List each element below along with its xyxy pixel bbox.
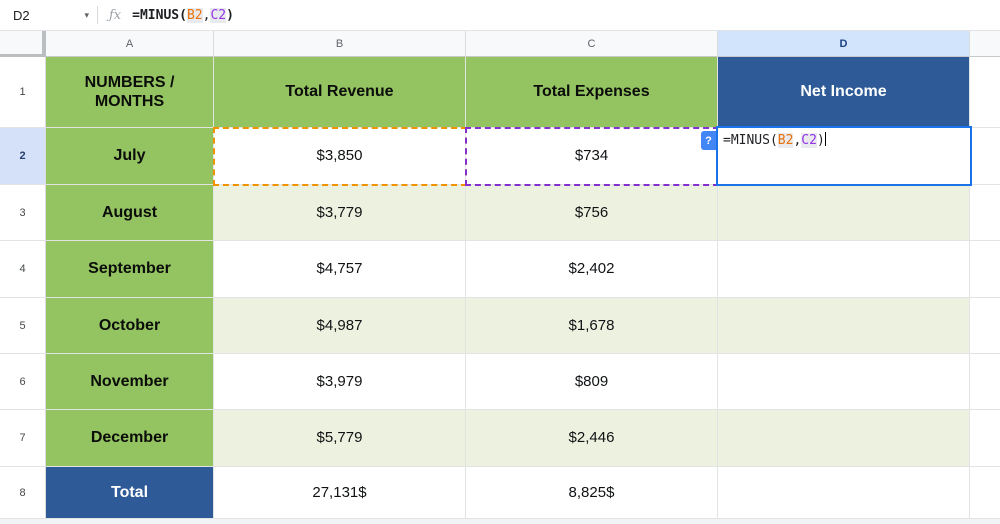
cell-e7[interactable] xyxy=(970,410,1000,467)
cell-e5[interactable] xyxy=(970,298,1000,354)
cell-c7[interactable]: $2,446 xyxy=(466,410,718,467)
cell-e4[interactable] xyxy=(970,241,1000,298)
cell-e1[interactable] xyxy=(970,57,1000,128)
editor-ref-b2: B2 xyxy=(778,133,794,148)
cell-d8[interactable] xyxy=(718,467,970,519)
row-header-7[interactable]: 7 xyxy=(0,410,46,467)
column-header-d[interactable]: D xyxy=(718,31,970,57)
cell-a3[interactable]: August xyxy=(46,185,214,241)
spreadsheet-app: D2 ▾ ƒx =MINUS(B2,C2) A B C D 1 NUMBERS … xyxy=(0,0,1000,524)
formula-ref-b2: B2 xyxy=(187,8,203,23)
cell-c8[interactable]: 8,825$ xyxy=(466,467,718,519)
cell-a5[interactable]: October xyxy=(46,298,214,354)
formula-help-badge[interactable]: ? xyxy=(701,131,716,150)
cell-e2[interactable] xyxy=(970,128,1000,185)
cell-d7[interactable] xyxy=(718,410,970,467)
cell-a1[interactable]: NUMBERS / MONTHS xyxy=(46,57,214,128)
divider xyxy=(97,6,98,24)
select-all-corner[interactable] xyxy=(0,31,46,57)
row-header-4[interactable]: 4 xyxy=(0,241,46,298)
cell-a8[interactable]: Total xyxy=(46,467,214,519)
chevron-down-icon: ▾ xyxy=(84,10,89,21)
column-header-c[interactable]: C xyxy=(466,31,718,57)
cell-a2[interactable]: July xyxy=(46,128,214,185)
fx-icon: ƒx xyxy=(109,8,121,23)
cell-b1[interactable]: Total Revenue xyxy=(214,57,466,128)
formula-ref-c2: C2 xyxy=(210,8,226,23)
editor-function: =MINUS xyxy=(723,133,770,148)
cell-d3[interactable] xyxy=(718,185,970,241)
sheet-grid: A B C D 1 NUMBERS / MONTHS Total Revenue… xyxy=(0,31,1000,524)
cell-d4[interactable] xyxy=(718,241,970,298)
cell-c6[interactable]: $809 xyxy=(466,354,718,410)
cell-d5[interactable] xyxy=(718,298,970,354)
column-header-a[interactable]: A xyxy=(46,31,214,57)
cell-c2[interactable]: $734 xyxy=(466,128,718,185)
editor-ref-c2: C2 xyxy=(801,133,817,148)
text-cursor xyxy=(825,132,826,146)
row-header-3[interactable]: 3 xyxy=(0,185,46,241)
editor-open-paren: ( xyxy=(770,133,778,148)
cell-b7[interactable]: $5,779 xyxy=(214,410,466,467)
column-header-e-sliver[interactable] xyxy=(970,31,1000,57)
cell-b5[interactable]: $4,987 xyxy=(214,298,466,354)
active-cell-reference: D2 xyxy=(13,8,30,23)
row-header-6[interactable]: 6 xyxy=(0,354,46,410)
cell-c3[interactable]: $756 xyxy=(466,185,718,241)
row-header-1[interactable]: 1 xyxy=(0,57,46,128)
column-header-b[interactable]: B xyxy=(214,31,466,57)
cell-e8[interactable] xyxy=(970,467,1000,519)
row-header-5[interactable]: 5 xyxy=(0,298,46,354)
formula-open-paren: ( xyxy=(179,8,187,23)
editor-close-paren: ) xyxy=(817,133,825,148)
cell-d1[interactable]: Net Income xyxy=(718,57,970,128)
cell-d6[interactable] xyxy=(718,354,970,410)
cell-a7[interactable]: December xyxy=(46,410,214,467)
sheet-bottom-strip xyxy=(0,519,1000,524)
name-box[interactable]: D2 ▾ xyxy=(0,0,97,30)
cell-b8[interactable]: 27,131$ xyxy=(214,467,466,519)
formula-function: =MINUS xyxy=(132,8,179,23)
cell-editor-d2[interactable]: =MINUS(B2,C2) xyxy=(716,126,972,186)
formula-input[interactable]: =MINUS(B2,C2) xyxy=(132,8,234,23)
cell-a4[interactable]: September xyxy=(46,241,214,298)
cell-b3[interactable]: $3,779 xyxy=(214,185,466,241)
cell-b6[interactable]: $3,979 xyxy=(214,354,466,410)
cell-a6[interactable]: November xyxy=(46,354,214,410)
cell-c1[interactable]: Total Expenses xyxy=(466,57,718,128)
row-header-8[interactable]: 8 xyxy=(0,467,46,519)
formula-bar: D2 ▾ ƒx =MINUS(B2,C2) xyxy=(0,0,1000,31)
formula-close-paren: ) xyxy=(226,8,234,23)
cell-e6[interactable] xyxy=(970,354,1000,410)
cell-b4[interactable]: $4,757 xyxy=(214,241,466,298)
cell-c4[interactable]: $2,402 xyxy=(466,241,718,298)
cell-b2[interactable]: $3,850 xyxy=(214,128,466,185)
row-header-2[interactable]: 2 xyxy=(0,128,46,185)
cell-c5[interactable]: $1,678 xyxy=(466,298,718,354)
cell-editor-formula: =MINUS(B2,C2) xyxy=(723,133,825,148)
cell-e3[interactable] xyxy=(970,185,1000,241)
